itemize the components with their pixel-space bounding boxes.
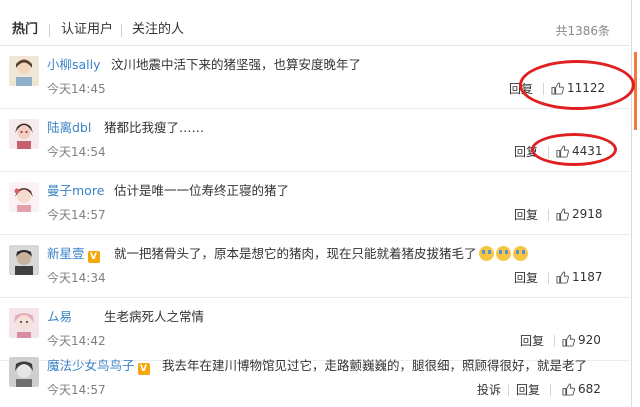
reply-button[interactable]: 回复 bbox=[514, 208, 538, 222]
comment-time: 今天14:57 bbox=[47, 383, 106, 397]
comment-item: 曼子more 估计是唯一一位寿终正寝的猪了 今天14:57 回复 2918 bbox=[0, 171, 630, 235]
reply-button[interactable]: 回复 bbox=[516, 383, 540, 397]
comment-text: 我去年在建川博物馆见过它，走路颤巍巍的，腿很细，照顾得很好，就是老了 bbox=[162, 358, 588, 373]
verified-v-icon: V bbox=[137, 363, 150, 375]
username-link[interactable]: 陆离dbl bbox=[47, 120, 91, 135]
comment-text: 生老病死人之常情 bbox=[104, 309, 205, 324]
comment-time: 今天14:54 bbox=[47, 145, 106, 159]
thumbs-up-icon bbox=[562, 383, 575, 396]
comment-time: 今天14:34 bbox=[47, 271, 106, 285]
comment-text: 汶川地震中活下来的猪坚强，也算安度晚年了 bbox=[111, 57, 362, 72]
like-button[interactable]: 682 bbox=[562, 381, 601, 397]
username-link[interactable]: ム易 bbox=[47, 309, 72, 324]
comment-text: 就一把猪骨头了，原本是想它的猪肉，现在只能就着猪皮拔猪毛了 bbox=[114, 246, 528, 261]
like-count: 682 bbox=[578, 382, 601, 396]
like-count: 2918 bbox=[572, 207, 603, 221]
username-link[interactable]: 魔法少女鸟鸟子 V bbox=[47, 358, 150, 375]
like-count: 1187 bbox=[572, 270, 603, 284]
highlight-circle bbox=[519, 60, 635, 110]
avatar[interactable] bbox=[9, 245, 39, 275]
comment-time: 今天14:57 bbox=[47, 208, 106, 222]
verified-v-icon: V bbox=[87, 251, 100, 263]
username-text: 新星壹 bbox=[47, 246, 85, 261]
comment-total-count: 共1386条 bbox=[555, 24, 610, 38]
comment-time: 今天14:45 bbox=[47, 82, 106, 96]
tab-following[interactable]: 关注的人 bbox=[132, 22, 184, 38]
action-divider bbox=[508, 384, 509, 396]
tab-hot[interactable]: 热门 bbox=[12, 22, 38, 38]
username-link[interactable]: 新星壹 V bbox=[47, 246, 100, 263]
crying-laughing-emoji-icon bbox=[478, 246, 494, 261]
reply-button[interactable]: 回复 bbox=[514, 271, 538, 285]
avatar[interactable] bbox=[9, 357, 39, 387]
crying-laughing-emoji-icon bbox=[512, 246, 528, 261]
avatar[interactable] bbox=[9, 308, 39, 338]
comment-tabs: 热门 认证用户 关注的人 共1386条 bbox=[0, 0, 630, 46]
like-button[interactable]: 2918 bbox=[556, 206, 603, 222]
thumbs-up-icon bbox=[556, 271, 569, 284]
highlight-circle bbox=[531, 133, 617, 166]
comment-item: 小柳sally 汶川地震中活下来的猪坚强，也算安度晚年了 今天14:45 回复 … bbox=[0, 45, 635, 110]
tab-divider bbox=[49, 24, 50, 37]
action-divider bbox=[548, 272, 549, 284]
crying-laughing-emoji-icon bbox=[495, 246, 511, 261]
thumbs-up-icon bbox=[556, 208, 569, 221]
comment-text-content: 就一把猪骨头了，原本是想它的猪肉，现在只能就着猪皮拔猪毛了 bbox=[114, 246, 477, 261]
comment-item: 新星壹 V 就一把猪骨头了，原本是想它的猪肉，现在只能就着猪皮拔猪毛了 今天14:… bbox=[0, 234, 630, 298]
avatar[interactable] bbox=[9, 182, 39, 212]
comment-text: 猪都比我瘦了…… bbox=[104, 120, 205, 135]
action-divider bbox=[548, 209, 549, 221]
username-text: 魔法少女鸟鸟子 bbox=[47, 358, 135, 373]
action-divider bbox=[550, 384, 551, 396]
avatar[interactable] bbox=[9, 119, 39, 149]
report-button[interactable]: 投诉 bbox=[477, 383, 501, 397]
comment-item: 陆离dbl 猪都比我瘦了…… 今天14:54 回复 4431 bbox=[0, 108, 630, 172]
username-link[interactable]: 曼子more bbox=[47, 183, 104, 198]
like-button[interactable]: 1187 bbox=[556, 269, 603, 285]
comment-item: 魔法少女鸟鸟子 V 我去年在建川博物馆见过它，走路颤巍巍的，腿很细，照顾得很好，就… bbox=[0, 346, 630, 407]
tab-verified-users[interactable]: 认证用户 bbox=[61, 22, 113, 38]
username-link[interactable]: 小柳sally bbox=[47, 57, 101, 72]
tab-divider bbox=[121, 24, 122, 37]
like-count: 920 bbox=[578, 333, 601, 347]
comment-text: 估计是唯一一位寿终正寝的猪了 bbox=[114, 183, 290, 198]
avatar[interactable] bbox=[9, 56, 39, 86]
page-edge-divider bbox=[631, 0, 632, 407]
scrollbar-accent[interactable] bbox=[634, 52, 637, 130]
